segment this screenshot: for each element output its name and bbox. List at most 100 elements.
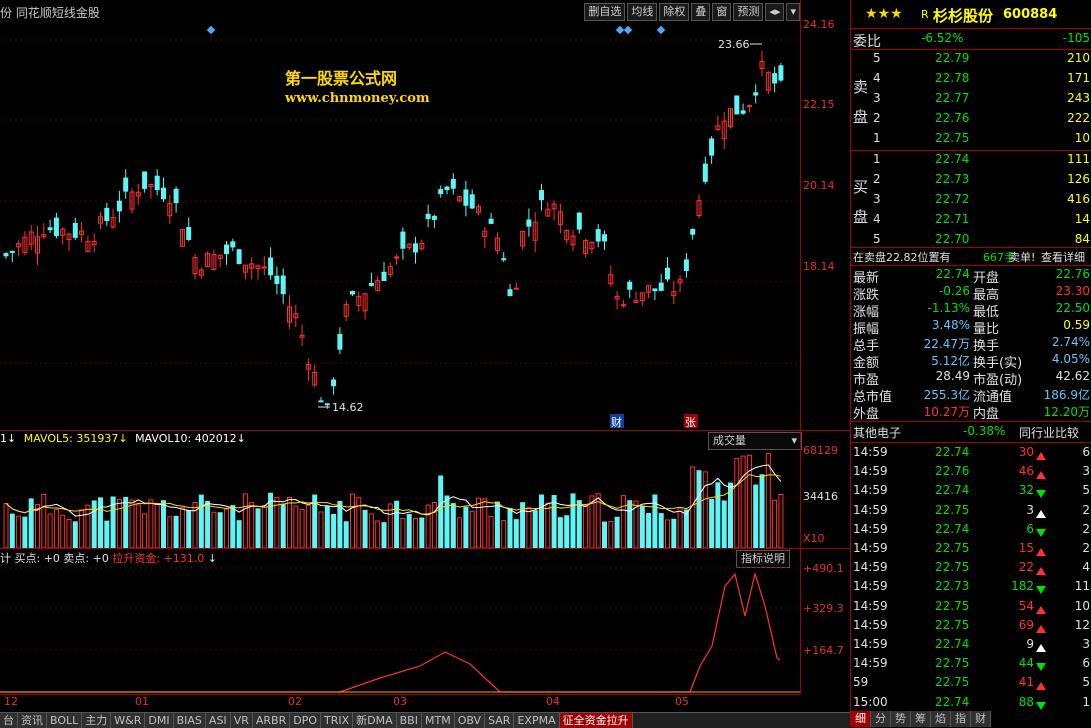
- indicator-chart[interactable]: [0, 566, 800, 694]
- panel-tab[interactable]: 势: [891, 711, 911, 727]
- indicator-tab[interactable]: BIAS: [173, 713, 206, 728]
- volume-bar: [3, 503, 9, 548]
- quote-value: 28.49: [935, 369, 970, 383]
- volume-bar: [665, 519, 670, 548]
- tick-row[interactable]: 14:59 22.74 32 5: [851, 483, 1091, 501]
- order-level: 3: [873, 192, 881, 206]
- toolbar-button[interactable]: ◂▸: [765, 3, 785, 21]
- arrow-glyph: [1036, 663, 1046, 672]
- toolbar-button[interactable]: 预测: [733, 3, 764, 21]
- arrow-glyph: [1036, 624, 1046, 633]
- toolbar-button[interactable]: 叠: [691, 3, 711, 21]
- panel-divider: [851, 265, 1091, 266]
- indicator-tab[interactable]: 新DMA: [353, 713, 397, 728]
- sector-name[interactable]: 其他电子: [853, 424, 901, 441]
- toolbar-button[interactable]: 除权: [659, 3, 690, 21]
- tick-row[interactable]: 14:59 22.74 30 6: [851, 445, 1091, 463]
- tick-price: 22.75: [935, 541, 970, 555]
- tick-row[interactable]: 15:00 22.74 88 1: [851, 695, 1091, 713]
- toolbar-button[interactable]: 均线: [627, 3, 658, 21]
- indicator-tab[interactable]: OBV: [454, 713, 486, 728]
- tick-row[interactable]: 14:59 22.75 54 10: [851, 599, 1091, 617]
- order-level: 2: [873, 111, 881, 125]
- volume-bar: [778, 493, 784, 548]
- indicator-tab[interactable]: TRIX: [320, 713, 354, 728]
- indicator-tab[interactable]: MTM: [421, 713, 455, 728]
- indicator-tab[interactable]: BOLL: [47, 713, 83, 728]
- panel-tab[interactable]: 细: [851, 711, 871, 727]
- indicator-tab[interactable]: ASI: [205, 713, 231, 728]
- candle-body: [658, 282, 664, 291]
- tick-row[interactable]: 14:59 22.74 9 3: [851, 637, 1091, 655]
- toolbar-button[interactable]: 删自选: [584, 3, 626, 21]
- order-row: 2 22.73 126: [851, 172, 1091, 190]
- tick-row[interactable]: 14:59 22.73 182 11: [851, 579, 1091, 597]
- order-price: 22.70: [935, 232, 970, 246]
- toolbar-button[interactable]: 窗: [712, 3, 732, 21]
- tick-row[interactable]: 14:59 22.75 69 12: [851, 618, 1091, 636]
- order-volume: 210: [1067, 51, 1090, 65]
- panel-tab[interactable]: 分: [871, 711, 891, 727]
- indicator-tab[interactable]: 征全资金拉升: [559, 713, 633, 728]
- panel-tab[interactable]: 焰: [931, 711, 951, 727]
- panel-tab[interactable]: 财: [971, 711, 991, 727]
- indicator-tab[interactable]: DPO: [290, 713, 321, 728]
- mavol5-value: MAVOL5: 351937↓: [23, 432, 128, 445]
- order-level: 5: [873, 51, 881, 65]
- candle-body: [501, 258, 507, 261]
- quote-row: 振幅 3.48% 量比 0.59: [851, 318, 1091, 337]
- indicator-tab[interactable]: VR: [230, 713, 253, 728]
- volume-bar: [413, 517, 418, 548]
- industry-compare-button[interactable]: 同行业比较: [1019, 424, 1079, 441]
- volume-bar: [9, 513, 15, 548]
- arrow-glyph: [1036, 567, 1046, 576]
- indicator-tab[interactable]: 台: [0, 713, 18, 728]
- order-level: 1: [873, 152, 881, 166]
- indicator-tab[interactable]: DMI: [145, 713, 174, 728]
- order-level: 4: [873, 71, 881, 85]
- candle-body: [740, 110, 746, 114]
- stock-header: ★★★ R 杉杉股份 600884: [851, 4, 1091, 25]
- volume-chart[interactable]: [0, 448, 800, 548]
- tick-time: 14:59: [853, 637, 888, 651]
- view-detail-link[interactable]: 查看详细: [1041, 249, 1085, 265]
- tick-volume: 44: [1018, 656, 1034, 671]
- volume-bar: [539, 494, 544, 548]
- tick-time: 14:59: [853, 617, 888, 632]
- candle-body: [154, 175, 160, 191]
- volume-bar: [135, 504, 141, 548]
- indicator-tab[interactable]: W&R: [111, 713, 146, 728]
- arrow-glyph: [1036, 548, 1046, 556]
- tick-row[interactable]: 14:59 22.75 15 2: [851, 541, 1091, 559]
- candle-body: [161, 187, 166, 200]
- indicator-tab[interactable]: SAR: [485, 713, 515, 728]
- tick-row[interactable]: 14:59 22.74 6 2: [851, 522, 1091, 540]
- volume-bar: [368, 513, 374, 548]
- tick-volume: 54: [1018, 598, 1034, 613]
- indicator-tab[interactable]: BBI: [396, 713, 422, 728]
- tick-row[interactable]: 14:59 22.75 44 6: [851, 656, 1091, 674]
- kline-chart[interactable]: 23.66 14.62 财 张: [0, 22, 800, 430]
- quote-value: 255.3亿: [923, 388, 970, 402]
- indicator-tab[interactable]: 资讯: [18, 713, 47, 728]
- indicator-tab[interactable]: 主力: [82, 713, 112, 728]
- tick-row[interactable]: 14:59 22.75 22 4: [851, 560, 1091, 578]
- candle-body: [595, 229, 601, 242]
- tick-volume: 46: [1018, 464, 1034, 479]
- tick-count: 6: [1082, 656, 1090, 671]
- panel-divider: [851, 150, 1091, 151]
- panel-tab[interactable]: 筹: [911, 711, 931, 727]
- tick-row[interactable]: 59 22.75 41 5: [851, 675, 1091, 693]
- toolbar-button[interactable]: ▾: [786, 3, 800, 21]
- weibi-row: 委比 -6.52% -105: [851, 31, 1091, 50]
- indicator-tab[interactable]: ARBR: [252, 713, 291, 728]
- tick-row[interactable]: 14:59 22.76 46 3: [851, 464, 1091, 482]
- candle-body: [53, 217, 59, 237]
- panel-tab[interactable]: 指: [951, 711, 971, 727]
- arrow-up-icon: [1036, 468, 1046, 482]
- tick-row[interactable]: 14:59 22.75 3 2: [851, 503, 1091, 521]
- quote-value: 3.48%: [931, 318, 970, 332]
- price-tick: 22.15: [803, 98, 835, 111]
- volume-bar: [419, 517, 425, 548]
- indicator-tab[interactable]: EXPMA: [514, 713, 560, 728]
